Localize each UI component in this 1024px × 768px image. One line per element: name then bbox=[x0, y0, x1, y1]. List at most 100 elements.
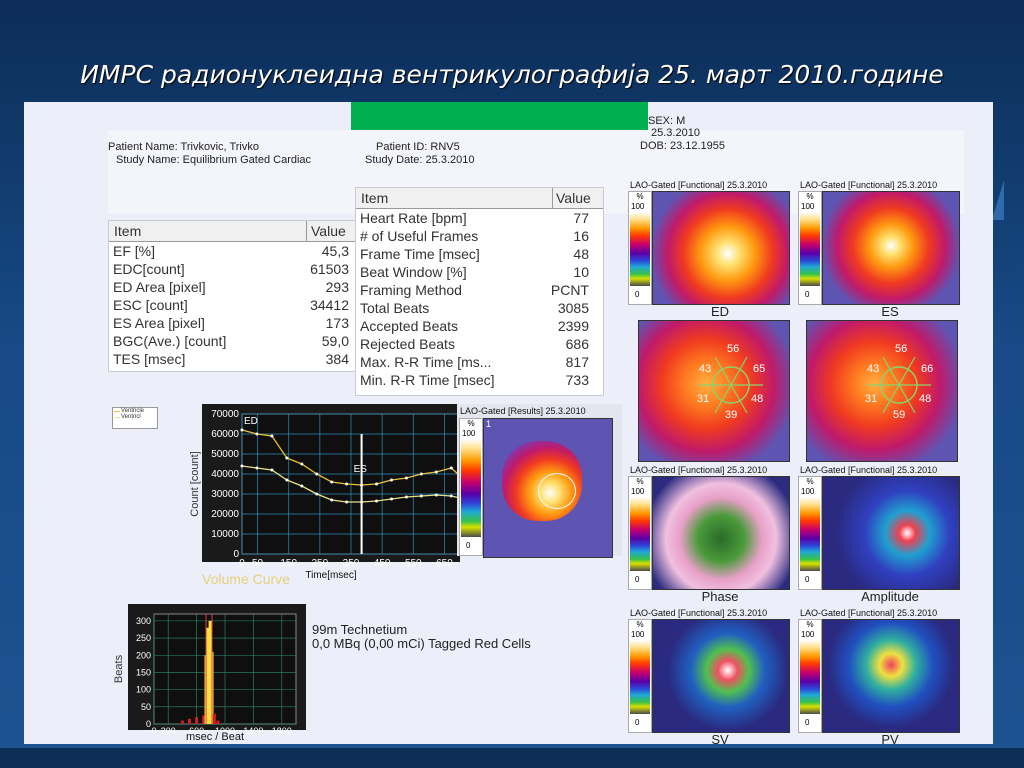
sector-value: 48 bbox=[919, 393, 932, 405]
column-divider bbox=[552, 188, 553, 208]
acquisition-table: Item Value Heart Rate [bpm] 77 # of Useful… bbox=[355, 187, 604, 396]
scale-min: 0 bbox=[635, 290, 640, 299]
scale-min: 0 bbox=[635, 575, 640, 584]
functional-scan bbox=[822, 619, 960, 733]
y-tick-label: 0 bbox=[146, 719, 151, 729]
data-point bbox=[404, 495, 408, 499]
row-item: Accepted Beats bbox=[360, 318, 459, 334]
header-date: 25.3.2010 bbox=[651, 127, 700, 139]
scale-percent: % bbox=[636, 192, 644, 201]
data-point bbox=[315, 492, 319, 496]
sector-value: 43 bbox=[699, 363, 712, 375]
row-value: 173 bbox=[325, 315, 349, 331]
row-value: 10 bbox=[573, 264, 589, 280]
sector-scan: 56 65 48 39 31 43 bbox=[638, 320, 790, 462]
scale-percent: % bbox=[806, 620, 814, 629]
ef-table: Item Value EF [%] 45,3 EDC[count] 61503 ED A… bbox=[108, 220, 356, 372]
data-point bbox=[330, 498, 334, 502]
data-point bbox=[285, 478, 289, 482]
sector-value: 48 bbox=[751, 393, 764, 405]
table-row: Frame Time [msec] 48 bbox=[356, 245, 603, 263]
histogram-bar bbox=[212, 713, 216, 724]
row-value: 45,3 bbox=[321, 243, 349, 259]
row-value: 817 bbox=[565, 354, 589, 370]
x-tick-label: 200 bbox=[161, 726, 176, 736]
roi-outline bbox=[538, 473, 576, 509]
row-item: Framing Method bbox=[360, 282, 462, 298]
row-value: PCNT bbox=[550, 282, 589, 298]
data-point bbox=[255, 466, 259, 470]
color-scale: % 100 0 bbox=[798, 619, 822, 733]
slide-footer-bar bbox=[0, 748, 1024, 768]
column-header-item: Item bbox=[361, 190, 389, 206]
row-item: Heart Rate [bpm] bbox=[360, 210, 467, 226]
functional-image-title: LAO-Gated [Functional] 25.3.2010 bbox=[800, 465, 938, 475]
x-axis-label: msec / Beat bbox=[186, 731, 244, 742]
x-tick-label: 1400 bbox=[243, 726, 263, 736]
row-item: EDC[count] bbox=[113, 261, 185, 277]
x-tick-label: 450 bbox=[374, 558, 391, 569]
color-scale-bar bbox=[630, 497, 650, 571]
functional-image-tile: LAO-Gated [Functional] 25.3.2010% 100 0 Amp… bbox=[798, 462, 962, 604]
sector-value: 43 bbox=[867, 363, 880, 375]
functional-image-tile: LAO-Gated [Functional] 25.3.2010% 100 0 Pha… bbox=[628, 462, 792, 604]
scale-min: 0 bbox=[466, 541, 471, 550]
functional-image-tile: LAO-Gated [Functional] 25.3.2010% 100 0 ED bbox=[628, 177, 792, 319]
y-tick-label: 10000 bbox=[211, 529, 239, 540]
slide-title: ИМРС радионуклеидна вентрикулографија 25… bbox=[80, 60, 944, 89]
decorative-triangle bbox=[992, 180, 1004, 220]
x-tick-label: 550 bbox=[405, 558, 422, 569]
table-row: BGC(Ave.) [count] 59,0 bbox=[109, 332, 355, 350]
color-scale-bar bbox=[800, 640, 820, 714]
table-row: Rejected Beats 686 bbox=[356, 335, 603, 353]
ef-table-body: EF [%] 45,3 EDC[count] 61503 ED Area [pixel]… bbox=[109, 242, 355, 368]
data-point bbox=[449, 494, 453, 498]
row-item: Min. R-R Time [msec] bbox=[360, 372, 495, 388]
row-value: 2399 bbox=[557, 318, 589, 334]
results-image-frame: LAO-Gated [Results] 25.3.2010 % 100 0 1 bbox=[457, 404, 622, 558]
row-value: 34412 bbox=[310, 297, 349, 313]
x-tick-label: 650 bbox=[436, 558, 453, 569]
row-value: 686 bbox=[565, 336, 589, 352]
volume-legend: Ventricle Ventricl bbox=[112, 407, 158, 429]
table-row: Max. R-R Time [ms... 817 bbox=[356, 353, 603, 371]
y-axis-label: Beats bbox=[114, 654, 125, 683]
data-point bbox=[255, 432, 259, 436]
image-caption: ED bbox=[710, 304, 730, 319]
y-tick-label: 30000 bbox=[211, 489, 239, 500]
sector-value: 31 bbox=[697, 393, 710, 405]
image-caption: ES bbox=[881, 304, 899, 319]
row-item: EF [%] bbox=[113, 243, 156, 259]
y-axis-label: Count [count] bbox=[189, 451, 201, 516]
table-row: # of Useful Frames 16 bbox=[356, 227, 603, 245]
color-scale-bar bbox=[461, 439, 481, 537]
image-caption: SV bbox=[711, 732, 729, 744]
scale-percent: % bbox=[806, 192, 814, 201]
data-point bbox=[240, 428, 244, 432]
functional-scan bbox=[822, 191, 960, 305]
color-scale: % 100 0 bbox=[798, 476, 822, 590]
y-tick-label: 200 bbox=[136, 650, 151, 660]
legend-label: Ventricl bbox=[121, 414, 141, 420]
row-item: ESC [count] bbox=[113, 297, 188, 313]
scale-max: 100 bbox=[631, 630, 645, 639]
scale-max: 100 bbox=[631, 202, 645, 211]
sector-overlay bbox=[867, 356, 931, 414]
data-point bbox=[285, 456, 289, 460]
scale-max: 100 bbox=[462, 429, 476, 438]
scale-percent: % bbox=[806, 477, 814, 486]
color-scale-bar bbox=[630, 212, 650, 286]
color-scale: % 100 0 bbox=[628, 476, 652, 590]
patient-id: Patient ID: RNV5 bbox=[376, 141, 460, 153]
column-header-value: Value bbox=[556, 190, 591, 206]
x-tick-label: 350 bbox=[343, 558, 360, 569]
y-tick-label: 20000 bbox=[211, 509, 239, 520]
functional-scan bbox=[822, 476, 960, 590]
y-tick-label: 150 bbox=[136, 667, 151, 677]
table-row: Min. R-R Time [msec] 733 bbox=[356, 371, 603, 389]
row-value: 384 bbox=[325, 351, 349, 367]
es-label: ES bbox=[354, 464, 368, 475]
scale-min: 0 bbox=[805, 575, 810, 584]
x-tick-label: 150 bbox=[280, 558, 297, 569]
row-value: 61503 bbox=[310, 261, 349, 277]
